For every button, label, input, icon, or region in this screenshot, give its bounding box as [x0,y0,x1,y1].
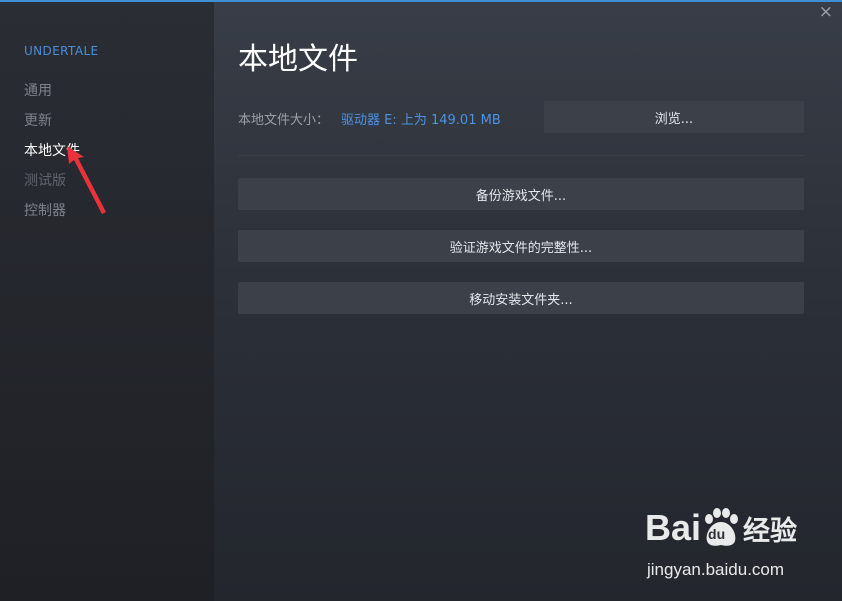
page-title: 本地文件 [238,42,358,77]
sidebar-item-general[interactable]: 通用 [24,80,52,100]
move-install-folder-button[interactable]: 移动安装文件夹... [238,282,804,314]
verify-game-files-button[interactable]: 验证游戏文件的完整性... [238,230,804,262]
baidu-paw-icon: du [701,508,741,548]
red-arrow-icon [67,146,106,214]
watermark-jingyan-text: 经验 [743,516,798,546]
sidebar-game-title: UNDERTALE [24,44,99,58]
local-file-size-value-link[interactable]: 驱动器 E: 上为 149.01 MB [341,109,501,128]
close-icon[interactable]: × [819,4,833,21]
sidebar-item-updates[interactable]: 更新 [24,110,52,130]
baidu-jingyan-watermark: Bai du 经验 jingyan.baidu.com [645,508,805,584]
local-file-size-label: 本地文件大小： [238,113,330,128]
watermark-logo-text: Bai [645,507,702,548]
sidebar: UNDERTALE 通用 更新 本地文件 测试版 控制器 [0,2,214,601]
watermark-url: jingyan.baidu.com [647,560,785,579]
divider [238,155,804,156]
watermark-logo: Bai du 经验 [645,508,797,551]
watermark-paw-text: du [708,526,726,542]
backup-game-files-button[interactable]: 备份游戏文件... [238,178,804,210]
browse-button[interactable]: 浏览... [544,101,804,133]
